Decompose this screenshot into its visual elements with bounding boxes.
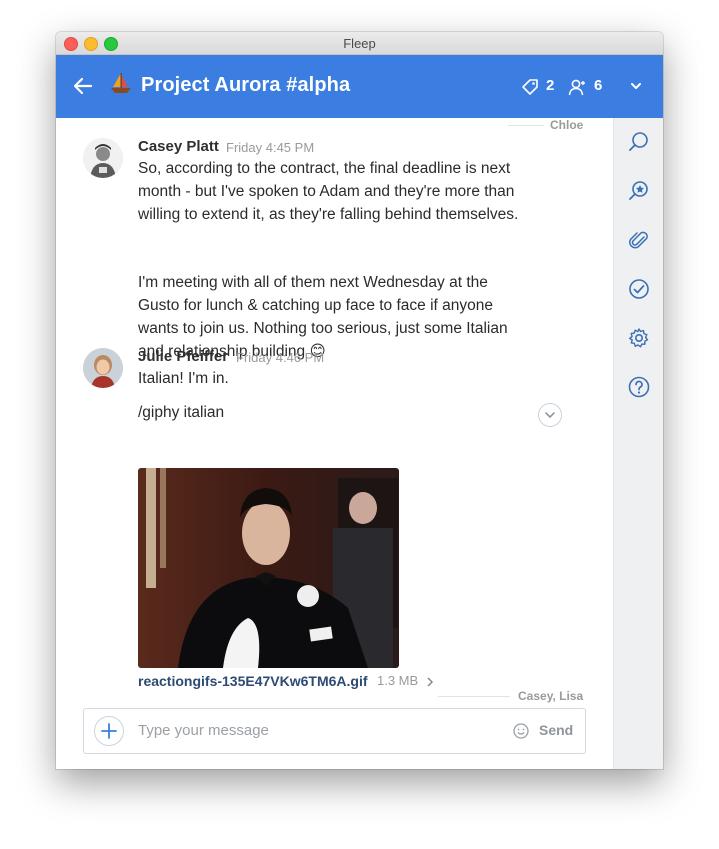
attachment-filesize: 1.3 MB	[377, 673, 419, 688]
message-author[interactable]: Casey Platt	[138, 138, 219, 155]
emoji-smiley-icon[interactable]	[513, 723, 529, 739]
title-bar: Fleep	[56, 32, 663, 55]
message-line: Gusto for lunch & catching up face to fa…	[138, 297, 493, 314]
members-icon[interactable]	[568, 78, 586, 96]
app-window: Fleep Project Aurora #alpha 2 6 Chloe Ca…	[56, 32, 663, 769]
gif-preview-image[interactable]	[138, 468, 399, 668]
message-line: /giphy italian	[138, 404, 225, 421]
message-time: Friday 4:46 PM	[236, 350, 325, 365]
read-marker-bottom: Casey, Lisa	[518, 689, 584, 703]
tasks-check-icon[interactable]	[627, 277, 651, 301]
message-line: willing to extend it, as they're falling…	[138, 206, 519, 223]
message-options-button[interactable]	[538, 403, 562, 427]
conversation-title[interactable]: Project Aurora #alpha	[141, 74, 350, 97]
message-author[interactable]: Julie Pfeiffer	[138, 348, 228, 365]
avatar[interactable]	[83, 348, 123, 388]
message-line: wants to join us. Nothing too serious, j…	[138, 320, 508, 337]
add-attachment-button[interactable]	[94, 716, 124, 746]
tag-icon[interactable]	[521, 78, 539, 96]
read-marker-line	[438, 696, 510, 697]
attachment-icon[interactable]	[627, 228, 651, 252]
message-paragraph: So, according to the contract, the final…	[138, 157, 518, 226]
pinned-search-icon[interactable]	[627, 179, 651, 203]
chevron-right-icon[interactable]	[425, 676, 435, 688]
tags-count[interactable]: 2	[546, 77, 554, 94]
search-icon[interactable]	[627, 130, 651, 154]
send-button[interactable]: Send	[539, 722, 573, 738]
chevron-down-icon[interactable]	[630, 80, 642, 92]
chevron-down-icon	[545, 412, 555, 419]
message-composer[interactable]: Type your message Send	[83, 708, 586, 754]
conversation-header: Project Aurora #alpha 2 6	[56, 55, 663, 118]
message-line: So, according to the contract, the final…	[138, 160, 511, 177]
read-marker-line	[508, 125, 544, 126]
settings-gear-icon[interactable]	[627, 326, 651, 350]
help-icon[interactable]	[627, 375, 651, 399]
message-time: Friday 4:45 PM	[226, 140, 315, 155]
attachment-filename-link[interactable]: reactiongifs-135E47VKw6TM6A.gif	[138, 673, 368, 689]
members-count[interactable]: 6	[594, 77, 602, 94]
right-sidebar	[613, 118, 663, 769]
avatar[interactable]	[83, 138, 123, 178]
message-input[interactable]: Type your message	[138, 722, 269, 739]
message-line: month - but I've spoken to Adam and they…	[138, 183, 515, 200]
window-title: Fleep	[343, 36, 376, 51]
plus-icon	[101, 723, 117, 739]
read-marker-top: Chloe	[550, 118, 584, 132]
sailboat-emoji-icon	[110, 72, 132, 103]
message-line: I'm meeting with all of them next Wednes…	[138, 274, 488, 291]
message-line: Italian! I'm in.	[138, 370, 229, 387]
arrow-left-icon[interactable]	[72, 75, 94, 97]
